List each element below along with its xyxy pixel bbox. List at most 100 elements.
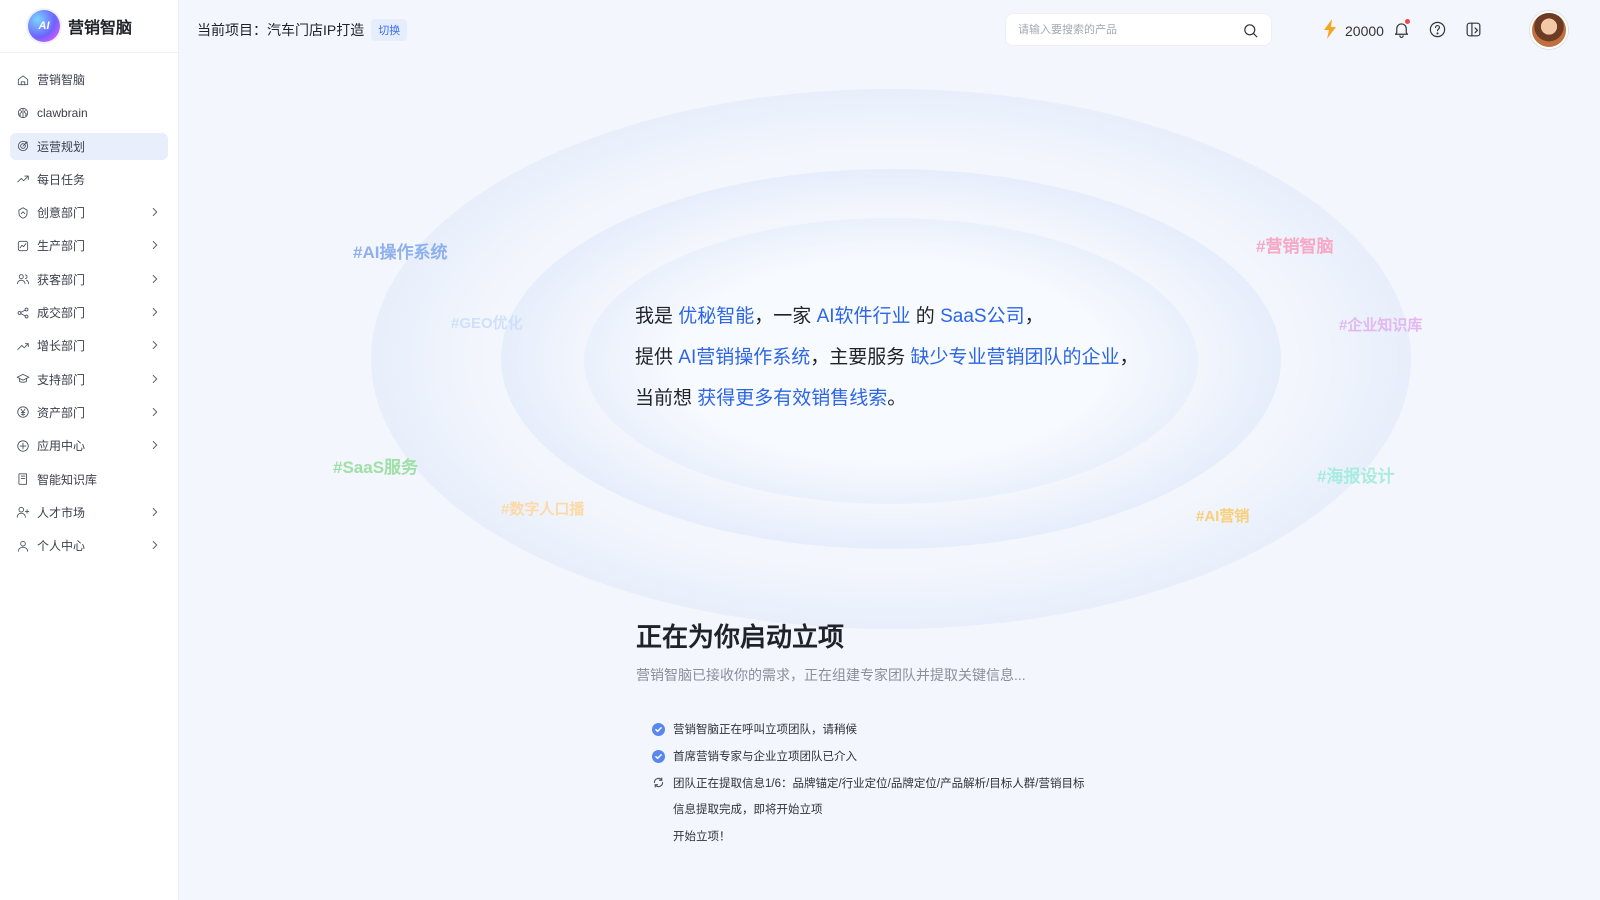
chevron-right-icon: [148, 405, 162, 419]
user-plus-icon: [15, 504, 31, 520]
launch-step: 首席营销专家与企业立项团队已介入: [652, 743, 1084, 770]
intro-text: ，: [1024, 306, 1044, 327]
bell-icon[interactable]: [1392, 19, 1411, 39]
check-circle-icon: [652, 749, 665, 763]
sidebar-item-label: 人才市场: [37, 505, 86, 520]
user-icon: [15, 538, 31, 554]
lightning-icon: [1322, 19, 1338, 42]
help-icon[interactable]: [1428, 20, 1447, 39]
intro-text: 我是: [635, 306, 679, 327]
sidebar-nav: 营销智脑 clawbrain 运营规划每日任务创意部门生产部门获客部门成交部门增长部…: [0, 53, 178, 559]
intro-text: ，主要服务: [810, 347, 911, 368]
launch-steps: 营销智脑正在呼叫立项团队，请稍候 首席营销专家与企业立项团队已介入 团队正在提取信息…: [652, 716, 1084, 849]
credits[interactable]: 20000: [1322, 19, 1384, 42]
intro-text: 的: [910, 306, 941, 327]
intro-text: 当前想: [635, 388, 698, 409]
sidebar-item-label: 智能知识库: [37, 472, 98, 487]
shield-icon: [15, 205, 31, 221]
tag-ai-os: #AI操作系统: [353, 243, 448, 262]
brand[interactable]: AI 营销智脑: [0, 0, 178, 53]
target-icon: [15, 138, 31, 154]
notification-dot: [1405, 19, 1410, 24]
sidebar-item-14[interactable]: 人才市场: [10, 499, 168, 526]
tag-saas: #SaaS服务: [333, 458, 419, 477]
chevron-right-icon: [148, 372, 162, 386]
tag-poster-design: #海报设计: [1317, 467, 1395, 486]
launch-step: 开始立项！: [652, 823, 1084, 850]
sidebar-item-7[interactable]: 获客部门: [10, 266, 168, 293]
sidebar-item-2[interactable]: clawbrain: [10, 99, 168, 126]
tag-marketing-brain: #营销智脑: [1256, 237, 1334, 256]
launch-step-text: 开始立项！: [673, 831, 731, 844]
avatar[interactable]: [1530, 11, 1568, 49]
layout-toggle-icon[interactable]: [1464, 20, 1483, 39]
sidebar-item-15[interactable]: 个人中心: [10, 532, 168, 559]
growth-icon: [15, 338, 31, 354]
chevron-right-icon: [148, 538, 162, 552]
sidebar-item-label: 获客部门: [37, 272, 86, 287]
sidebar: AI 营销智脑 营销智脑 clawbrain 运营规划每日任务创意部门生产部门获客部…: [0, 0, 179, 900]
sidebar-item-9[interactable]: 增长部门: [10, 332, 168, 359]
search-input[interactable]: [1006, 14, 1216, 45]
yen-icon: [15, 404, 31, 420]
intro-highlight: 优秘智能: [678, 306, 755, 327]
search-icon[interactable]: [1242, 22, 1259, 39]
launch-step: 信息提取完成，即将开始立项: [652, 796, 1084, 823]
intro-text: ，一家: [754, 306, 817, 327]
tag-geo: #GEO优化: [451, 315, 523, 332]
share-icon: [15, 305, 31, 321]
sidebar-item-6[interactable]: 生产部门: [10, 232, 168, 259]
sidebar-item-13[interactable]: 智能知识库: [10, 466, 168, 493]
sidebar-item-12[interactable]: 应用中心: [10, 432, 168, 459]
launch-subtitle: 营销智脑已接收你的需求，正在组建专家团队并提取关键信息...: [636, 667, 1026, 683]
launch-step-text: 营销智脑正在呼叫立项团队，请稍候: [673, 724, 857, 737]
chart-icon: [15, 238, 31, 254]
sidebar-item-label: 个人中心: [37, 539, 86, 554]
sidebar-item-label: 生产部门: [37, 239, 86, 254]
book-icon: [15, 471, 31, 487]
intro-text: 提供: [635, 347, 679, 368]
sidebar-item-label: 应用中心: [37, 439, 86, 454]
chevron-right-icon: [148, 305, 162, 319]
sidebar-item-11[interactable]: 资产部门: [10, 399, 168, 426]
loading-spinner-icon: [652, 776, 665, 789]
intro-line-1: 我是 优秘智能，一家 AI软件行业 的 SaaS公司，: [635, 296, 1139, 337]
chevron-right-icon: [148, 505, 162, 519]
home-icon: [15, 72, 31, 88]
intro-text: ，: [1119, 347, 1139, 368]
intro-line-3: 当前想 获得更多有效销售线索。: [635, 378, 1139, 419]
sidebar-item-8[interactable]: 成交部门: [10, 299, 168, 326]
switch-project-button[interactable]: 切换: [371, 19, 408, 41]
intro-highlight: AI营销操作系统: [678, 347, 811, 368]
intro-line-2: 提供 AI营销操作系统，主要服务 缺少专业营销团队的企业，: [635, 337, 1139, 378]
project-label: 当前项目：汽车门店IP打造: [197, 22, 365, 38]
intro-text: 。: [887, 388, 907, 409]
sidebar-item-label: 运营规划: [37, 139, 86, 154]
users-icon: [15, 271, 31, 287]
chevron-right-icon: [148, 338, 162, 352]
launch-step-text: 首席营销专家与企业立项团队已介入: [673, 751, 857, 764]
sidebar-item-label: clawbrain: [37, 105, 88, 120]
sidebar-item-label: 营销智脑: [37, 73, 86, 87]
chevron-right-icon: [148, 272, 162, 286]
search-box: [1005, 13, 1272, 46]
sidebar-item-label: 创意部门: [37, 206, 86, 221]
current-project: 当前项目：汽车门店IP打造 切换: [197, 19, 408, 41]
brand-logo: AI: [28, 10, 60, 42]
sidebar-item-10[interactable]: 支持部门: [10, 366, 168, 393]
sidebar-item-4[interactable]: 每日任务: [10, 166, 168, 193]
launch-step-text: 信息提取完成，即将开始立项: [673, 804, 823, 817]
chevron-right-icon: [148, 438, 162, 452]
sidebar-item-label: 每日任务: [37, 172, 86, 187]
intro-highlight: SaaS公司: [940, 306, 1025, 327]
sidebar-item-3[interactable]: 运营规划: [10, 132, 168, 160]
sidebar-item-5[interactable]: 创意部门: [10, 199, 168, 226]
company-intro: 我是 优秘智能，一家 AI软件行业 的 SaaS公司， 提供 AI营销操作系统，…: [635, 296, 1139, 419]
launch-title: 正在为你启动立项: [636, 622, 845, 652]
sidebar-item-1[interactable]: 营销智脑: [10, 66, 168, 93]
brain-icon: [15, 105, 31, 121]
sidebar-item-label: 支持部门: [37, 372, 86, 387]
tag-ai-marketing: #AI营销: [1196, 508, 1250, 525]
sidebar-item-label: 成交部门: [37, 306, 86, 321]
sidebar-item-label: 资产部门: [37, 405, 86, 420]
